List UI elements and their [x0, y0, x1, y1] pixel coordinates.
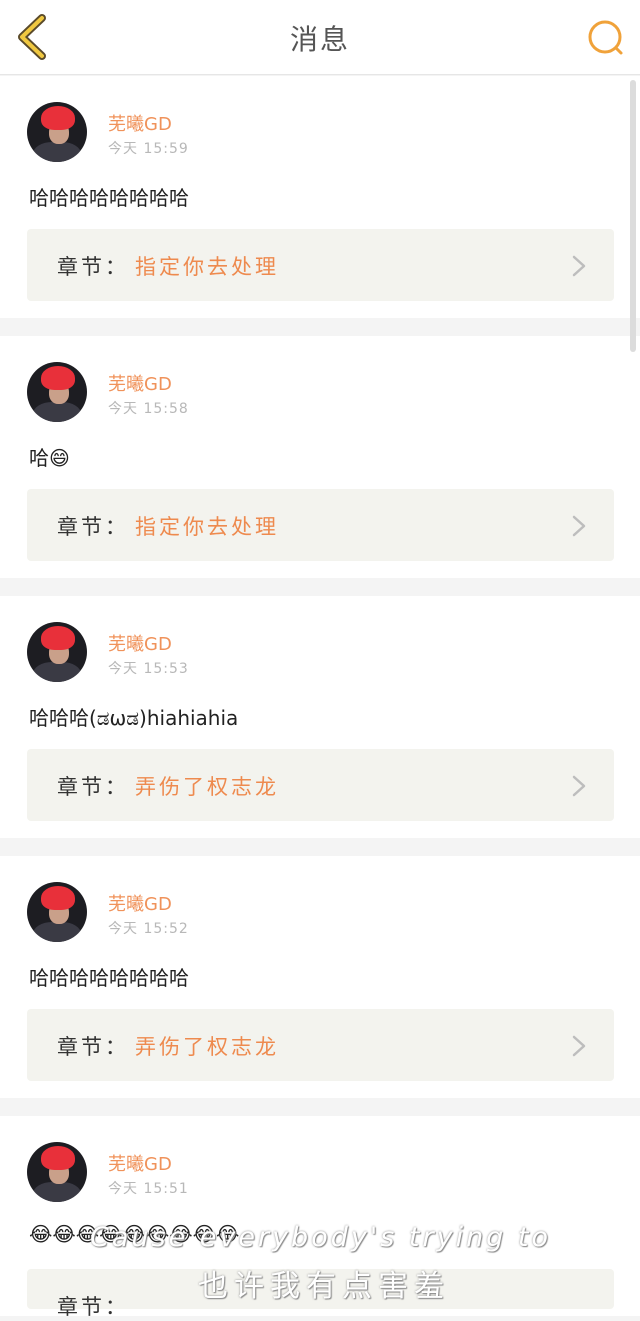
chapter-label: 章节： [57, 1035, 129, 1059]
chapter-title: 弄伤了权志龙 [135, 1035, 279, 1059]
avatar[interactable] [27, 882, 87, 942]
chapter-link[interactable]: 章节： 弄伤了权志龙 [27, 749, 614, 821]
username[interactable]: 芜曦GD [108, 370, 172, 396]
username[interactable]: 芜曦GD [108, 630, 172, 656]
timestamp: 今天 15:53 [108, 661, 189, 677]
chapter-label: 章节： [57, 775, 129, 799]
avatar[interactable] [27, 102, 87, 162]
scrollbar[interactable] [630, 80, 636, 352]
timestamp: 今天 15:59 [108, 141, 189, 157]
chapter-link[interactable]: 章节： 指定你去处理 [27, 229, 614, 301]
message-card: 芜曦GD 今天 15:52 哈哈哈哈哈哈哈哈 章节： 弄伤了权志龙 [0, 856, 640, 1098]
subtitle-line-2: 也许我有点害羞 [198, 1269, 450, 1304]
timestamp: 今天 15:52 [108, 921, 189, 937]
chapter-label: 章节： [57, 1295, 129, 1319]
chapter-label: 章节： [57, 255, 129, 279]
message-card: 芜曦GD 今天 15:58 哈😄 章节： 指定你去处理 [0, 336, 640, 578]
chevron-right-icon [572, 255, 586, 277]
chevron-right-icon [572, 1035, 586, 1057]
chevron-right-icon [572, 775, 586, 797]
avatar[interactable] [27, 362, 87, 422]
chapter-label: 章节： [57, 515, 129, 539]
avatar[interactable] [27, 622, 87, 682]
message-text: 哈哈哈哈哈哈哈哈 [29, 966, 189, 990]
timestamp: 今天 15:58 [108, 401, 189, 417]
timestamp: 今天 15:51 [108, 1181, 189, 1197]
chapter-title: 指定你去处理 [135, 515, 279, 539]
chapter-title: 弄伤了权志龙 [135, 775, 279, 799]
username[interactable]: 芜曦GD [108, 890, 172, 916]
message-text: 哈😄 [29, 446, 70, 470]
message-card: 芜曦GD 今天 15:59 哈哈哈哈哈哈哈哈 章节： 指定你去处理 [0, 76, 640, 318]
chapter-link[interactable]: 章节： 指定你去处理 [27, 489, 614, 561]
page-title: 消息 [289, 23, 350, 56]
subtitle-line-1: Cause everybody's trying to [90, 1222, 552, 1253]
search-button[interactable] [584, 16, 628, 60]
chapter-link[interactable]: 章节： 弄伤了权志龙 [27, 1009, 614, 1081]
message-card: 芜曦GD 今天 15:53 哈哈哈(ಡωಡ)hiahiahia 章节： 弄伤了权… [0, 596, 640, 838]
chapter-title: 指定你去处理 [135, 255, 279, 279]
chevron-right-icon [572, 515, 586, 537]
top-bar: 消息 [0, 0, 640, 75]
message-text: 哈哈哈(ಡωಡ)hiahiahia [29, 706, 239, 730]
username[interactable]: 芜曦GD [108, 1150, 172, 1176]
avatar[interactable] [27, 1142, 87, 1202]
message-text: 哈哈哈哈哈哈哈哈 [29, 186, 189, 210]
search-icon [588, 20, 623, 55]
username[interactable]: 芜曦GD [108, 110, 172, 136]
